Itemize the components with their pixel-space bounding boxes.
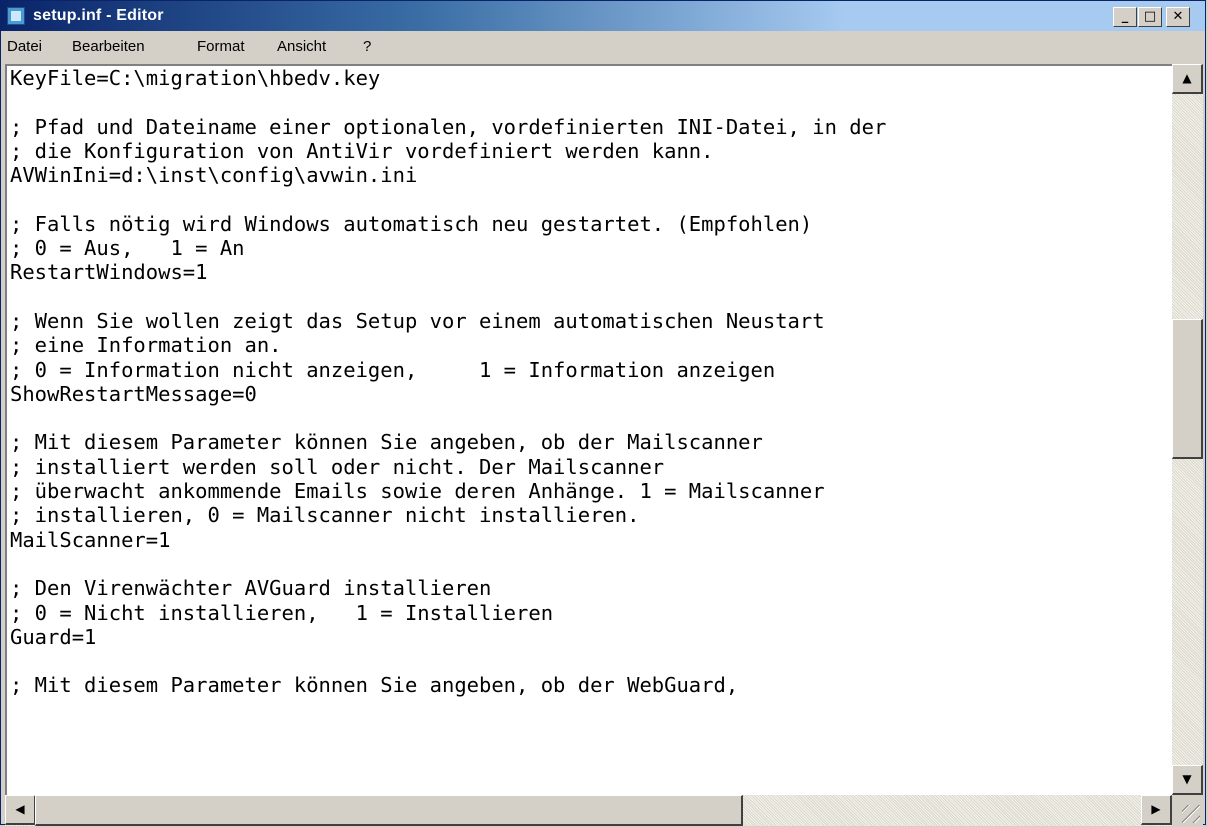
text-line: ; Mit diesem Parameter können Sie angebe… <box>10 673 739 698</box>
menu-format[interactable]: Format <box>197 38 245 55</box>
close-button[interactable]: ✕ <box>1166 7 1190 27</box>
text-line: ; installieren, 0 = Mailscanner nicht in… <box>10 503 640 528</box>
text-line: ; installiert werden soll oder nicht. De… <box>10 454 665 479</box>
menu-datei[interactable]: Datei <box>7 38 42 55</box>
scroll-left-arrow-icon[interactable]: ◀ <box>5 795 36 825</box>
notepad-icon[interactable] <box>7 7 25 25</box>
text-line: ShowRestartMessage=0 <box>10 381 257 406</box>
text-line <box>10 90 886 114</box>
text-line: ; überwacht ankommende Emails sowie dere… <box>10 479 825 504</box>
text-line: ; 0 = Nicht installieren, 1 = Installier… <box>10 600 554 625</box>
text-line: ; Mit diesem Parameter können Sie angebe… <box>10 430 763 455</box>
text-line: KeyFile=C:\migration\hbedv.key <box>10 66 381 90</box>
menu-ansicht[interactable]: Ansicht <box>277 38 326 55</box>
horizontal-scroll-thumb[interactable] <box>35 795 743 826</box>
text-line <box>10 285 886 309</box>
text-line <box>10 406 886 430</box>
menu-bearbeiten[interactable]: Bearbeiten <box>72 38 145 55</box>
maximize-button[interactable]: □ <box>1138 7 1162 27</box>
text-line: Guard=1 <box>10 624 97 649</box>
horizontal-scrollbar[interactable]: ◀ ▶ <box>5 795 1172 826</box>
text-line: RestartWindows=1 <box>10 260 208 285</box>
text-line: ; 0 = Aus, 1 = An <box>10 236 245 261</box>
text-line: ; Pfad und Dateiname einer optionalen, v… <box>10 114 887 139</box>
text-line: ; eine Information an. <box>10 333 282 358</box>
scroll-down-arrow-icon[interactable]: ▼ <box>1172 765 1203 795</box>
text-line: ; die Konfiguration von AntiVir vordefin… <box>10 138 714 163</box>
text-line <box>10 187 886 211</box>
menu-bar: Datei Bearbeiten Format Ansicht ? <box>1 32 1205 62</box>
vertical-scroll-thumb[interactable] <box>1172 319 1203 459</box>
text-line <box>10 552 886 576</box>
scroll-up-arrow-icon[interactable]: ▲ <box>1172 64 1203 94</box>
editor-window: setup.inf - Editor _ □ ✕ Datei Bearbeite… <box>0 0 1206 826</box>
text-line: ; 0 = Information nicht anzeigen, 1 = In… <box>10 357 776 382</box>
document-text: KeyFile=C:\migration\hbedv.key ; Pfad un… <box>10 66 886 698</box>
text-line: ; Falls nötig wird Windows automatisch n… <box>10 211 813 236</box>
window-title: setup.inf - Editor <box>33 7 164 24</box>
resize-grip-icon[interactable] <box>1172 795 1203 826</box>
text-line <box>10 649 886 673</box>
minimize-button[interactable]: _ <box>1113 7 1137 27</box>
text-editor-area[interactable]: KeyFile=C:\migration\hbedv.key ; Pfad un… <box>5 64 1172 795</box>
title-bar[interactable]: setup.inf - Editor _ □ ✕ <box>1 1 1205 31</box>
text-line: ; Den Virenwächter AVGuard installieren <box>10 576 492 601</box>
scroll-right-arrow-icon[interactable]: ▶ <box>1141 795 1172 825</box>
text-line: MailScanner=1 <box>10 527 171 552</box>
vertical-scrollbar[interactable]: ▲ ▼ <box>1172 64 1203 795</box>
text-line: ; Wenn Sie wollen zeigt das Setup vor ei… <box>10 308 825 333</box>
text-line: AVWinIni=d:\inst\config\avwin.ini <box>10 163 418 188</box>
menu-help[interactable]: ? <box>363 38 371 55</box>
